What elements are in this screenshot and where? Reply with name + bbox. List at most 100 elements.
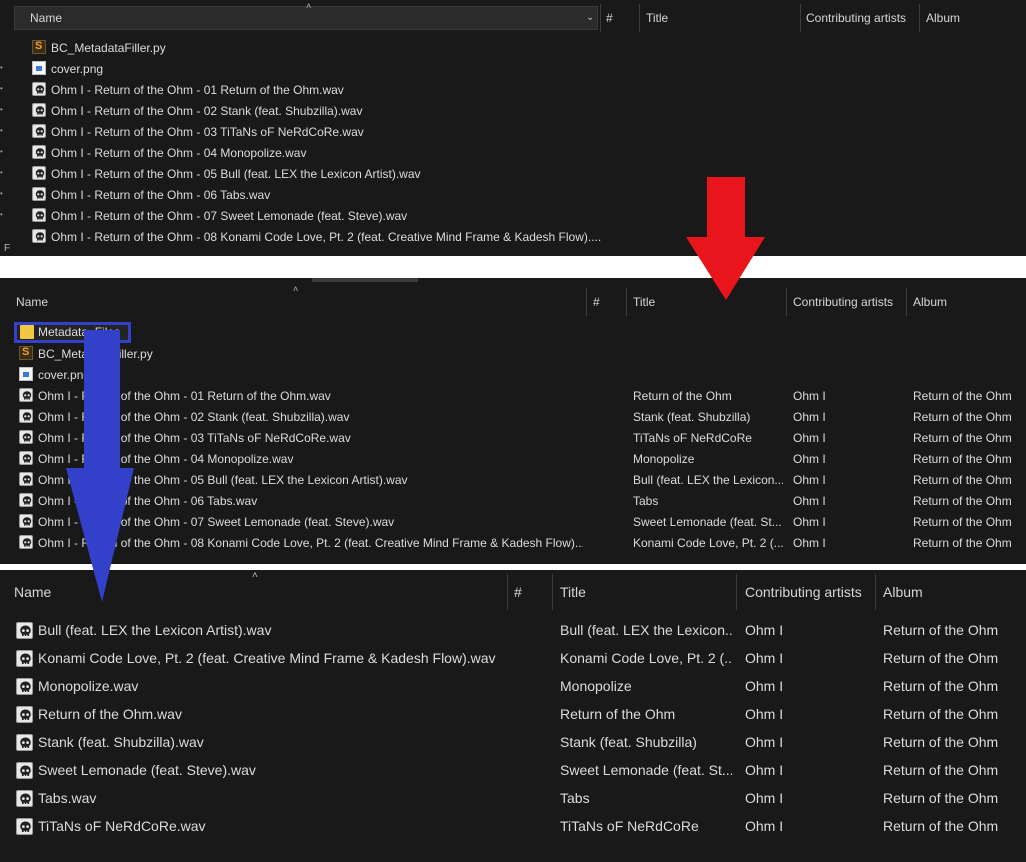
file-title: Konami Code Love, Pt. 2 (... [560, 650, 732, 666]
file-title: Bull (feat. LEX the Lexicon... [560, 622, 732, 638]
file-row[interactable]: Monopolize.wav Monopolize Ohm I Return of t… [0, 672, 1026, 700]
file-row[interactable]: Ohm I - Return of the Ohm - 03 TiTaNs oF… [0, 427, 1026, 448]
file-album: Return of the Ohm [913, 536, 1012, 550]
column-number[interactable]: # [514, 570, 522, 614]
file-row[interactable]: cover.png [0, 364, 1026, 385]
file-name: Return of the Ohm.wav [38, 706, 182, 722]
file-album: Return of the Ohm [913, 389, 1012, 403]
column-header-bar: Name ˄ # Title Contributing artists Albu… [0, 570, 1026, 614]
wav-file-icon [19, 409, 33, 423]
file-album: Return of the Ohm [913, 431, 1012, 445]
file-artist: Ohm I [793, 410, 826, 424]
wav-file-icon [19, 514, 33, 528]
file-row[interactable]: Ohm I - Return of the Ohm - 06 Tabs.wav • [0, 184, 1026, 205]
resize-grip[interactable] [312, 278, 418, 282]
column-album[interactable]: Album [926, 0, 960, 36]
file-row[interactable]: Konami Code Love, Pt. 2 (feat. Creative … [0, 644, 1026, 672]
column-number[interactable]: # [606, 0, 613, 36]
wav-file-icon [16, 622, 33, 639]
file-name: Ohm I - Return of the Ohm - 05 Bull (fea… [51, 167, 421, 181]
file-row[interactable]: Ohm I - Return of the Ohm - 07 Sweet Lem… [0, 511, 1026, 532]
file-name: Ohm I - Return of the Ohm - 01 Return of… [38, 389, 331, 403]
wav-file-icon [16, 650, 33, 667]
file-row[interactable]: Ohm I - Return of the Ohm - 04 Monopoliz… [0, 448, 1026, 469]
column-title[interactable]: Title [560, 570, 586, 614]
file-name: Ohm I - Return of the Ohm - 02 Stank (fe… [51, 104, 363, 118]
file-row[interactable]: cover.png • [0, 58, 1026, 79]
column-contributing-artists[interactable]: Contributing artists [745, 570, 862, 614]
column-album[interactable]: Album [913, 284, 947, 320]
wav-file-icon [32, 82, 46, 96]
file-row[interactable]: Ohm I - Return of the Ohm - 02 Stank (fe… [0, 406, 1026, 427]
file-row[interactable]: Ohm I - Return of the Ohm - 07 Sweet Lem… [0, 205, 1026, 226]
file-row[interactable]: Ohm I - Return of the Ohm - 05 Bull (fea… [0, 469, 1026, 490]
pin-icon: • [0, 126, 3, 135]
column-name[interactable]: Name [14, 570, 51, 614]
wav-file-icon [19, 493, 33, 507]
file-title: Stank (feat. Shubzilla) [633, 410, 751, 424]
column-contributing-artists[interactable]: Contributing artists [806, 0, 906, 36]
file-name: Ohm I - Return of the Ohm - 04 Monopoliz… [38, 452, 294, 466]
file-artist: Ohm I [745, 678, 784, 694]
column-title[interactable]: Title [646, 0, 668, 36]
file-row[interactable]: Bull (feat. LEX the Lexicon Artist).wav B… [0, 616, 1026, 644]
chevron-down-icon[interactable]: ⌄ [586, 12, 594, 23]
file-title: Return of the Ohm [560, 706, 676, 722]
wav-file-icon [32, 166, 46, 180]
folder-icon [20, 325, 34, 339]
file-artist: Ohm I [793, 494, 826, 508]
file-row[interactable]: Tabs.wav Tabs Ohm I Return of the Ohm [0, 784, 1026, 812]
file-name: Ohm I - Return of the Ohm - 04 Monopoliz… [51, 146, 307, 160]
wav-file-icon [19, 388, 33, 402]
column-separator [875, 574, 876, 610]
file-name: Monopolize.wav [38, 678, 139, 694]
file-title: TiTaNs oF NeRdCoRe [633, 431, 752, 445]
wav-file-icon [19, 451, 33, 465]
column-number[interactable]: # [593, 284, 600, 320]
file-row[interactable]: Ohm I - Return of the Ohm - 05 Bull (fea… [0, 163, 1026, 184]
column-separator [552, 574, 553, 610]
column-name[interactable]: Name [16, 284, 48, 320]
file-row[interactable]: S BC_MetadataFiller.py [0, 37, 1026, 58]
column-header-bar: Name ˄ ⌄ # Title Contributing artists Al… [0, 0, 1026, 36]
column-name[interactable]: Name [30, 0, 62, 36]
column-separator [600, 4, 601, 32]
file-row[interactable]: Ohm I - Return of the Ohm - 03 TiTaNs oF… [0, 121, 1026, 142]
file-artist: Ohm I [745, 818, 784, 834]
file-row[interactable]: TiTaNs oF NeRdCoRe.wav TiTaNs oF NeRdCoRe… [0, 812, 1026, 840]
file-row[interactable]: Return of the Ohm.wav Return of the Ohm Oh… [0, 700, 1026, 728]
file-name: TiTaNs oF NeRdCoRe.wav [38, 818, 206, 834]
column-contributing-artists[interactable]: Contributing artists [793, 284, 893, 320]
pin-icon: • [0, 168, 3, 177]
column-album[interactable]: Album [883, 570, 923, 614]
file-name: Ohm I - Return of the Ohm - 06 Tabs.wav [38, 494, 258, 508]
file-row[interactable]: Ohm I - Return of the Ohm - 02 Stank (fe… [0, 100, 1026, 121]
file-row[interactable]: S BC_MetadataFiller.py [0, 343, 1026, 364]
file-name: cover.png [51, 62, 104, 76]
file-name: BC_MetadataFiller.py [38, 347, 153, 361]
file-row[interactable]: Ohm I - Return of the Ohm - 01 Return of… [0, 79, 1026, 100]
folder-row[interactable]: Metadata_Files [0, 322, 1026, 343]
python-file-icon: S [19, 346, 33, 360]
column-separator [800, 4, 801, 32]
file-name: Ohm I - Return of the Ohm - 08 Konami Co… [38, 536, 583, 550]
pin-icon: • [0, 63, 3, 72]
wav-file-icon [16, 818, 33, 835]
file-row[interactable]: Stank (feat. Shubzilla).wav Stank (feat. … [0, 728, 1026, 756]
file-title: Sweet Lemonade (feat. St... [633, 515, 782, 529]
file-row[interactable]: Ohm I - Return of the Ohm - 01 Return of… [0, 385, 1026, 406]
wav-file-icon [19, 472, 33, 486]
file-row[interactable]: Sweet Lemonade (feat. Steve).wav Sweet Le… [0, 756, 1026, 784]
column-separator [507, 574, 508, 610]
file-artist: Ohm I [793, 536, 826, 550]
column-title[interactable]: Title [633, 284, 655, 320]
file-row[interactable]: Ohm I - Return of the Ohm - 04 Monopoliz… [0, 142, 1026, 163]
file-row[interactable]: Ohm I - Return of the Ohm - 08 Konami Co… [0, 226, 1026, 247]
file-title: Tabs [560, 790, 590, 806]
file-album: Return of the Ohm [883, 650, 999, 666]
file-row[interactable]: Ohm I - Return of the Ohm - 06 Tabs.wav T… [0, 490, 1026, 511]
file-row[interactable]: Ohm I - Return of the Ohm - 08 Konami Co… [0, 532, 1026, 553]
file-name: Stank (feat. Shubzilla).wav [38, 734, 204, 750]
file-artist: Ohm I [793, 473, 826, 487]
file-title: TiTaNs oF NeRdCoRe [560, 818, 699, 834]
